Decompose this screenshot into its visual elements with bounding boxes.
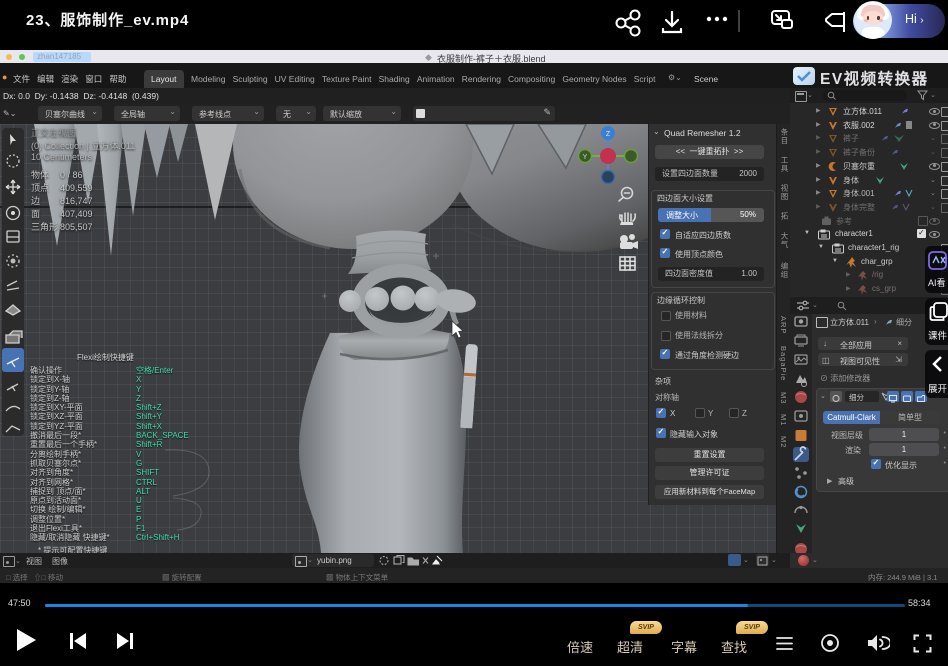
svg-text:Y: Y: [583, 154, 588, 161]
svg-text:Z: Z: [606, 131, 611, 138]
